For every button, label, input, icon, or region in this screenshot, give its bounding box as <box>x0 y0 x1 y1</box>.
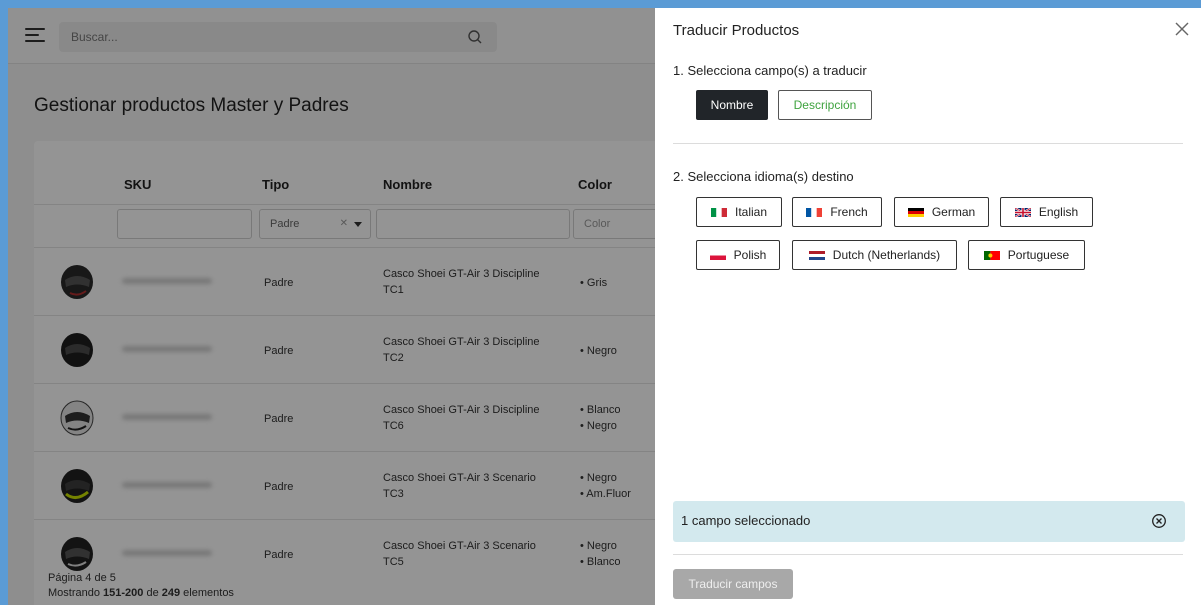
language-button-english[interactable]: English <box>1000 197 1093 227</box>
germany-flag-icon <box>907 207 924 217</box>
step-1-label: 1. Selecciona campo(s) a traducir <box>673 63 867 78</box>
field-label: Descripción <box>793 98 857 112</box>
app-window: Gestionar productos Master y Padres SKU … <box>8 8 1201 605</box>
language-label: Italian <box>734 205 768 219</box>
close-icon[interactable] <box>1173 20 1191 38</box>
field-button-descripcion[interactable]: Descripción <box>778 90 872 120</box>
drawer-title: Traducir Productos <box>673 22 800 39</box>
field-label: Nombre <box>710 98 754 112</box>
uk-flag-icon <box>1014 207 1031 217</box>
language-label: Polish <box>733 248 767 262</box>
modal-backdrop[interactable] <box>8 8 655 605</box>
language-label: Dutch (Netherlands) <box>832 248 941 262</box>
netherlands-flag-icon <box>808 250 825 260</box>
italy-flag-icon <box>710 207 727 217</box>
language-button-dutch[interactable]: Dutch (Netherlands) <box>792 240 957 270</box>
language-button-portuguese[interactable]: Portuguese <box>968 240 1085 270</box>
translate-fields-button[interactable]: Traducir campos <box>673 569 793 599</box>
poland-flag-icon <box>709 250 726 260</box>
language-label: French <box>830 205 868 219</box>
language-button-german[interactable]: German <box>894 197 989 227</box>
divider <box>673 554 1183 555</box>
portugal-flag-icon <box>983 250 1000 260</box>
language-button-italian[interactable]: Italian <box>696 197 782 227</box>
france-flag-icon <box>806 207 823 217</box>
field-button-nombre[interactable]: Nombre <box>696 90 768 120</box>
step-2-label: 2. Selecciona idioma(s) destino <box>673 169 854 184</box>
language-button-polish[interactable]: Polish <box>696 240 780 270</box>
language-label: German <box>931 205 976 219</box>
language-button-french[interactable]: French <box>792 197 882 227</box>
language-label: English <box>1038 205 1079 219</box>
translate-drawer: Traducir Productos 1. Selecciona campo(s… <box>655 8 1201 605</box>
divider <box>673 143 1183 144</box>
language-label: Portuguese <box>1007 248 1070 262</box>
selection-alert: 1 campo seleccionado <box>673 501 1185 542</box>
alert-text: 1 campo seleccionado <box>681 513 811 528</box>
clear-selection-icon[interactable] <box>1151 513 1167 529</box>
